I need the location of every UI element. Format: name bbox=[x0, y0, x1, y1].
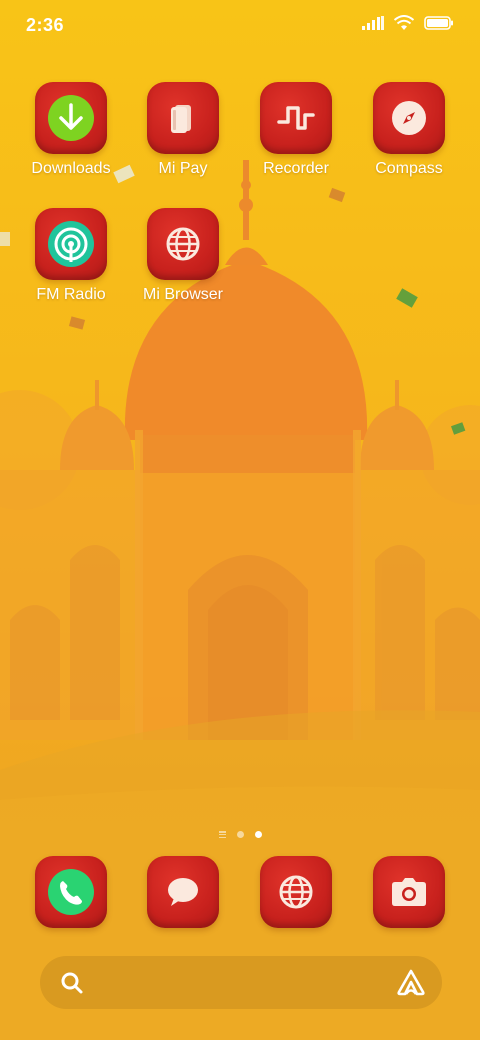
app-label: Downloads bbox=[31, 160, 111, 177]
app-recorder[interactable]: Recorder bbox=[241, 82, 351, 178]
app-mi-pay[interactable]: Mi Pay bbox=[128, 82, 238, 178]
status-time: 2:36 bbox=[26, 15, 65, 35]
status-bar: 2:36 bbox=[0, 0, 480, 50]
compass-app-icon bbox=[373, 82, 445, 154]
page-indicator-feed[interactable] bbox=[218, 831, 226, 838]
camera-icon bbox=[392, 878, 426, 906]
dock-browser[interactable] bbox=[260, 856, 332, 928]
downloads-app-icon bbox=[35, 82, 107, 154]
search-icon[interactable] bbox=[60, 971, 84, 995]
search-bar[interactable] bbox=[40, 956, 442, 1009]
dock-phone[interactable] bbox=[35, 856, 107, 928]
phone-app-icon bbox=[35, 856, 107, 928]
mi-browser-app-icon bbox=[147, 208, 219, 280]
dock-camera[interactable] bbox=[373, 856, 445, 928]
globe-icon bbox=[166, 227, 200, 261]
page-indicator[interactable] bbox=[0, 831, 480, 838]
recorder-app-icon bbox=[260, 82, 332, 154]
messages-icon bbox=[168, 878, 198, 906]
assistant-icon[interactable] bbox=[396, 968, 426, 996]
app-fm-radio[interactable]: FM Radio bbox=[16, 208, 126, 304]
camera-app-icon bbox=[373, 856, 445, 928]
page-dot[interactable] bbox=[236, 831, 244, 838]
browser-app-icon bbox=[260, 856, 332, 928]
download-icon bbox=[48, 95, 94, 141]
dock-messages[interactable] bbox=[147, 856, 219, 928]
radio-icon bbox=[48, 221, 94, 267]
app-compass[interactable]: Compass bbox=[354, 82, 464, 178]
page-dot-active[interactable] bbox=[254, 831, 262, 838]
messages-app-icon bbox=[147, 856, 219, 928]
app-label: FM Radio bbox=[36, 286, 106, 303]
app-label: Mi Pay bbox=[158, 160, 208, 177]
waveform-icon bbox=[277, 106, 315, 130]
app-label: Recorder bbox=[263, 160, 329, 177]
wifi-icon bbox=[394, 15, 414, 30]
status-icons bbox=[362, 15, 454, 31]
app-label: Compass bbox=[375, 160, 443, 177]
phone-icon bbox=[48, 869, 94, 915]
fm-radio-app-icon bbox=[35, 208, 107, 280]
battery-icon bbox=[424, 16, 453, 30]
app-downloads[interactable]: Downloads bbox=[16, 82, 126, 178]
signal-icon bbox=[362, 16, 384, 30]
app-label: Mi Browser bbox=[142, 286, 223, 303]
compass-icon bbox=[392, 101, 426, 135]
app-mi-browser[interactable]: Mi Browser bbox=[128, 208, 238, 304]
browser-icon bbox=[279, 875, 313, 909]
wallet-icon bbox=[171, 105, 191, 133]
mi-pay-app-icon bbox=[147, 82, 219, 154]
